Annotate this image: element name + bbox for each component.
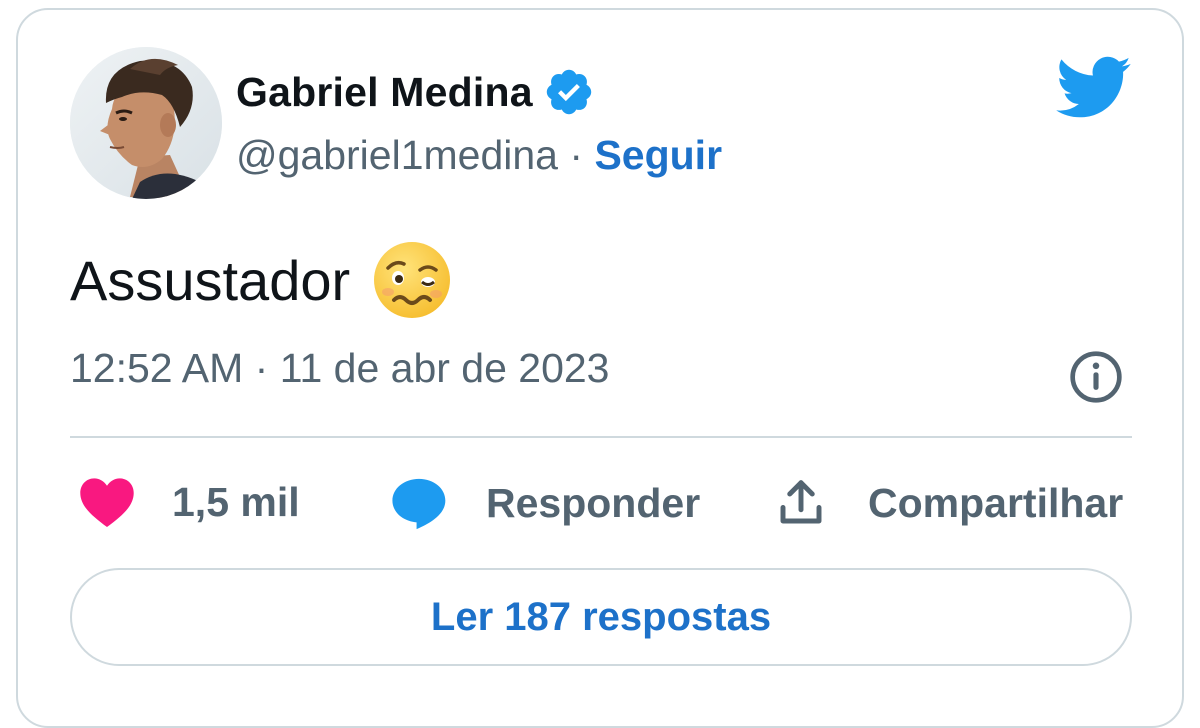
info-icon[interactable] [1068, 349, 1124, 405]
avatar[interactable] [70, 47, 222, 199]
separator-dot: · [569, 132, 595, 178]
tweet-date: 11 de abr de 2023 [279, 345, 610, 391]
heart-icon [80, 478, 134, 528]
like-count: 1,5 mil [172, 478, 300, 525]
read-replies-button[interactable]: Ler 187 respostas [70, 568, 1132, 666]
reply-bubble-icon [392, 478, 446, 530]
share-label: Compartilhar [868, 479, 1124, 526]
author-name[interactable]: Gabriel Medina [236, 69, 533, 116]
tweet-time: 12:52 AM [70, 345, 244, 391]
share-icon [780, 480, 822, 524]
like-button[interactable]: 1,5 mil [78, 476, 300, 528]
author-name-row: Gabriel Medina [236, 66, 595, 118]
tweet-body: Assustador [70, 240, 452, 320]
reply-button[interactable]: Responder [390, 476, 700, 530]
woozy-face-emoji-icon [374, 242, 451, 318]
author-handle[interactable]: @gabriel1medina [236, 132, 558, 178]
reply-label: Responder [486, 479, 701, 526]
author-handle-row: @gabriel1medina · Seguir [236, 132, 722, 179]
share-button[interactable]: Compartilhar [774, 476, 1123, 530]
follow-link[interactable]: Seguir [594, 132, 722, 178]
tweet-text: Assustador [70, 248, 351, 312]
verified-badge-icon [546, 69, 591, 115]
tweet-timestamp[interactable]: 12:52 AM · 11 de abr de 2023 [70, 345, 610, 392]
separator-dot: · [254, 345, 280, 391]
twitter-bird-icon[interactable] [1056, 56, 1132, 120]
divider [70, 436, 1132, 438]
